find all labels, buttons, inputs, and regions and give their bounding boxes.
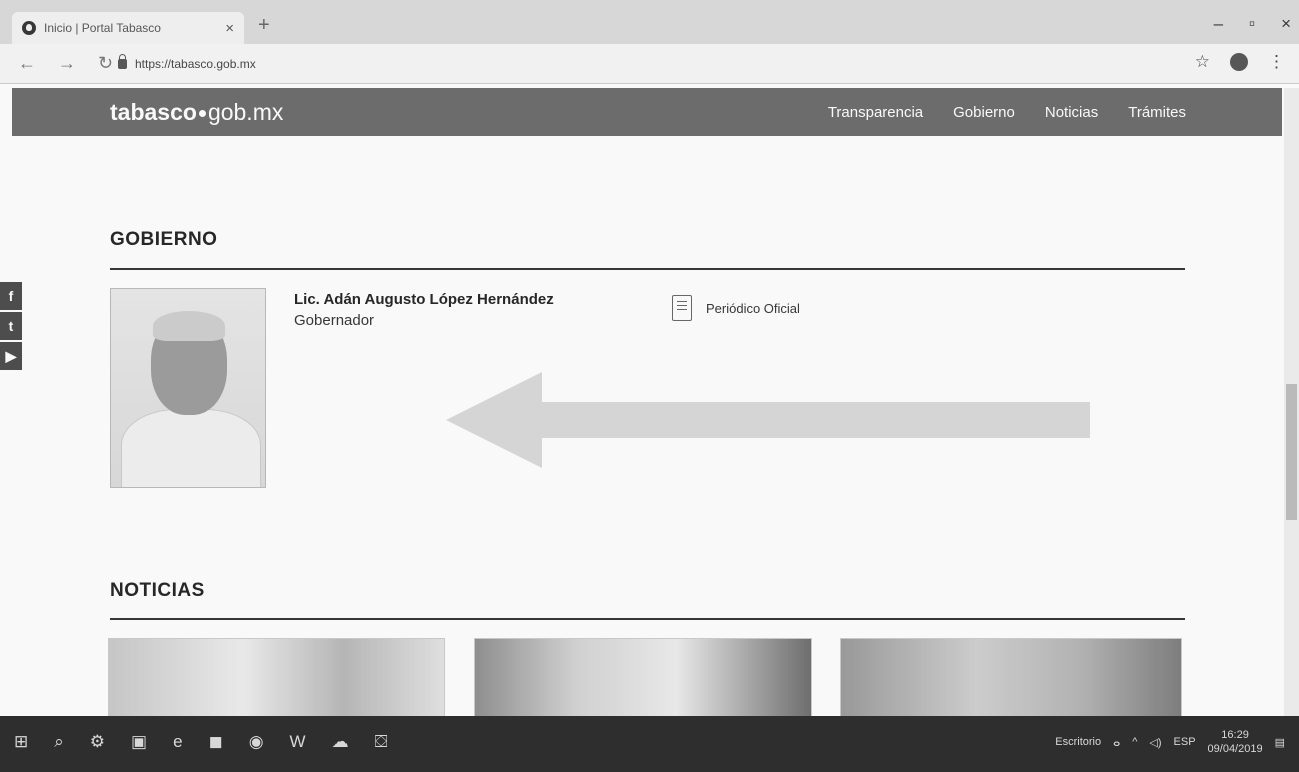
news-card[interactable] [474,638,812,718]
periodico-oficial-link[interactable]: Periódico Oficial [672,295,800,321]
desktop-label[interactable]: Escritorio [1055,736,1101,748]
windows-taskbar: ⊞ ⌕ ⚙ ▣ e ◼ ◉ W ☁ ⛋ Escritorio ⴰ ^ ◁) ES… [0,716,1299,772]
site-favicon-icon [22,21,36,35]
system-tray: Escritorio ⴰ ^ ◁) ESP 16:29 09/04/2019 ▤ [1055,728,1285,756]
news-card[interactable] [840,638,1182,718]
periodico-oficial-label: Periódico Oficial [706,300,800,316]
menu-dots-icon[interactable]: ⋮ [1268,52,1285,72]
word-icon[interactable]: W [290,732,306,752]
photo-hair [153,311,225,341]
governor-role: Gobernador [294,312,375,329]
maximize-button[interactable]: ▫ [1249,14,1255,34]
nav-tramites[interactable]: Trámites [1128,104,1186,121]
clock[interactable]: 16:29 09/04/2019 [1208,728,1263,756]
browser-actions: ☆ ⋮ [1195,52,1285,72]
section-divider [110,618,1185,620]
nav-transparencia[interactable]: Transparencia [828,104,923,121]
store-icon[interactable]: ⛋ [375,732,388,752]
people-icon[interactable]: ⴰ [1113,736,1120,749]
url-field[interactable]: https://tabasco.gob.mx [118,52,1178,76]
volume-icon[interactable]: ◁) [1149,736,1161,749]
profile-avatar-icon[interactable] [1230,53,1248,71]
browser-nav: ← → ↻ [18,53,113,74]
notifications-icon[interactable]: ▤ [1275,736,1285,749]
logo-bold: tabasco [110,99,197,125]
logo-rest: gob.mx [207,99,284,125]
scroll-thumb[interactable] [1286,384,1297,520]
governor-photo [110,288,266,488]
tab-title: Inicio | Portal Tabasco [44,21,161,35]
back-icon[interactable]: ← [18,53,36,74]
close-window-button[interactable]: × [1281,14,1291,34]
main-nav: Transparencia Gobierno Noticias Trámites [828,104,1186,121]
search-icon[interactable]: ⌕ [54,732,64,752]
window-controls: – ▫ × [1214,14,1291,34]
twitter-icon[interactable]: t [0,312,22,340]
document-icon [672,295,692,321]
taskbar-apps: ⊞ ⌕ ⚙ ▣ e ◼ ◉ W ☁ ⛋ [14,732,388,752]
browser-tab[interactable]: Inicio | Portal Tabasco × [12,12,244,44]
tray-chevron-icon[interactable]: ^ [1132,736,1137,748]
site-header: tabasco gob.mx Transparencia Gobierno Not… [12,88,1282,136]
section-title-noticias: NOTICIAS [110,580,205,601]
settings-gear-icon[interactable]: ⚙ [90,732,105,752]
site-logo[interactable]: tabasco gob.mx [110,99,283,126]
logo-dot-icon [198,110,206,117]
photo-body [121,409,261,487]
bookmark-star-icon[interactable]: ☆ [1195,52,1210,72]
youtube-icon[interactable]: ▶ [0,342,22,370]
social-sidebar: f t ▶ [0,282,22,372]
clock-time: 16:29 [1221,729,1249,741]
url-text: https://tabasco.gob.mx [135,57,256,71]
section-divider [110,268,1185,270]
section-title-gobierno: GOBIERNO [110,229,218,250]
nav-noticias[interactable]: Noticias [1045,104,1098,121]
nav-gobierno[interactable]: Gobierno [953,104,1015,121]
browser-tab-bar: Inicio | Portal Tabasco × + – ▫ × [0,0,1299,44]
governor-name: Lic. Adán Augusto López Hernández [294,291,554,308]
reload-icon[interactable]: ↻ [98,53,113,74]
address-bar-row: ← → ↻ https://tabasco.gob.mx ☆ ⋮ [0,44,1299,84]
page-scrollbar[interactable] [1284,88,1299,716]
tab-close-icon[interactable]: × [225,20,234,37]
forward-icon[interactable]: → [58,53,76,74]
file-explorer-icon[interactable]: ▣ [131,732,147,752]
edge-browser-icon[interactable]: e [173,732,182,752]
news-card[interactable] [108,638,445,718]
windows-start-icon[interactable]: ⊞ [14,732,28,752]
lock-icon [118,54,127,69]
chrome-icon[interactable]: ◉ [249,732,264,752]
left-arrow-annotation [446,372,1090,468]
facebook-icon[interactable]: f [0,282,22,310]
new-tab-button[interactable]: + [258,14,270,37]
language-indicator[interactable]: ESP [1174,736,1196,748]
clock-date: 09/04/2019 [1207,743,1263,755]
app-icon[interactable]: ◼ [209,732,223,752]
network-app-icon[interactable]: ☁ [332,732,349,752]
minimize-button[interactable]: – [1214,14,1223,34]
